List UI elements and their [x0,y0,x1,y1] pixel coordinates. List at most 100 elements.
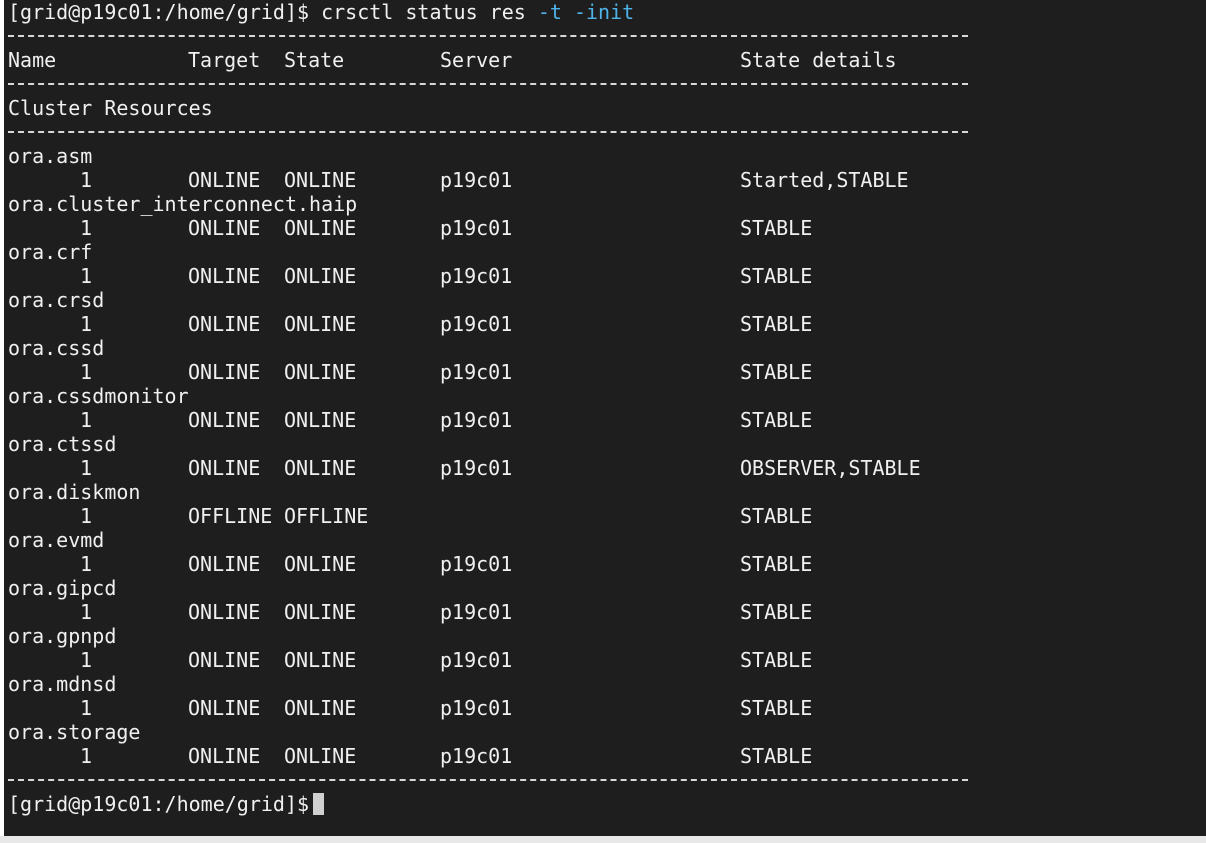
server-name: p19c01 [440,456,513,480]
resource-instance-row: 1 ONLINE ONLINE p19c01 Started,STABLE [4,168,1206,192]
text-cursor [313,793,325,815]
current-state: ONLINE [284,312,357,336]
header-target: Target [188,48,261,72]
resource-instance-row: 1 ONLINE ONLINE p19c01 STABLE [4,360,1206,384]
resource-instance-row: 1 ONLINE ONLINE p19c01 STABLE [4,696,1206,720]
resource-name-row: ora.storage [4,720,1206,744]
target-status: ONLINE [188,408,261,432]
server-name: p19c01 [440,648,513,672]
resource-name-row: ora.cluster_interconnect.haip [4,192,1206,216]
instance-number: 1 [80,648,93,672]
state-details: STABLE [740,264,813,288]
resource-instance-row: 1 ONLINE ONLINE p19c01 OBSERVER,STABLE [4,456,1206,480]
current-state: ONLINE [284,168,357,192]
header-state-details: State details [740,48,897,72]
state-details: STABLE [740,408,813,432]
resource-instance-row: 1 ONLINE ONLINE p19c01 STABLE [4,264,1206,288]
server-name: p19c01 [440,600,513,624]
resource-name-row: ora.gipcd [4,576,1206,600]
state-details: STABLE [740,360,813,384]
shell-prompt: [grid@p19c01:/home/grid]$ [8,792,310,816]
command-line: [grid@p19c01:/home/grid]$ crsctl status … [4,0,1206,24]
server-name: p19c01 [440,696,513,720]
target-status: OFFLINE [188,504,273,528]
current-state: ONLINE [284,744,357,768]
current-state: ONLINE [284,696,357,720]
current-state: ONLINE [284,360,357,384]
target-status: ONLINE [188,600,261,624]
instance-number: 1 [80,504,93,528]
resource-list: ora.asm 1 ONLINE ONLINE p19c01 Started,STABLE… [4,144,1206,768]
instance-number: 1 [80,360,93,384]
instance-number: 1 [80,456,93,480]
resource-instance-row: 1 ONLINE ONLINE p19c01 STABLE [4,600,1206,624]
resource-instance-row: 1 ONLINE ONLINE p19c01 STABLE [4,312,1206,336]
target-status: ONLINE [188,696,261,720]
resource-instance-row: 1 OFFLINE OFFLINE STABLE [4,504,1206,528]
target-status: ONLINE [188,456,261,480]
server-name: p19c01 [440,552,513,576]
command-text: crsctl status res [321,0,538,24]
target-status: ONLINE [188,744,261,768]
resource-name-row: ora.asm [4,144,1206,168]
terminal-window[interactable]: [grid@p19c01:/home/grid]$ crsctl status … [4,0,1206,836]
server-name: p19c01 [440,744,513,768]
resource-instance-row: 1 ONLINE ONLINE p19c01 STABLE [4,216,1206,240]
current-state: ONLINE [284,456,357,480]
state-details: STABLE [740,696,813,720]
resource-name: ora.crsd [8,288,105,312]
section-title: Cluster Resources [8,96,213,120]
server-name: p19c01 [440,408,513,432]
state-details: Started,STABLE [740,168,909,192]
resource-name-row: ora.ctssd [4,432,1206,456]
current-state: ONLINE [284,600,357,624]
resource-name: ora.evmd [8,528,105,552]
prompt-line[interactable]: [grid@p19c01:/home/grid]$ [4,792,1206,816]
state-details: STABLE [740,312,813,336]
instance-number: 1 [80,216,93,240]
resource-name-row: ora.crf [4,240,1206,264]
resource-instance-row: 1 ONLINE ONLINE p19c01 STABLE [4,648,1206,672]
resource-name: ora.ctssd [8,432,117,456]
server-name: p19c01 [440,168,513,192]
state-details: STABLE [740,648,813,672]
server-name: p19c01 [440,216,513,240]
instance-number: 1 [80,696,93,720]
instance-number: 1 [80,312,93,336]
server-name: p19c01 [440,264,513,288]
resource-name: ora.storage [8,720,141,744]
resource-name-row: ora.gpnpd [4,624,1206,648]
resource-name: ora.cluster_interconnect.haip [8,192,358,216]
target-status: ONLINE [188,312,261,336]
header-name: Name [8,48,57,72]
current-state: ONLINE [284,648,357,672]
header-row: Name Target State Server State details [4,48,1206,72]
resource-name: ora.asm [8,144,93,168]
separator-line [4,120,1206,144]
target-status: ONLINE [188,216,261,240]
resource-instance-row: 1 ONLINE ONLINE p19c01 STABLE [4,552,1206,576]
resource-name: ora.cssdmonitor [8,384,189,408]
resource-name-row: ora.cssdmonitor [4,384,1206,408]
resource-name-row: ora.cssd [4,336,1206,360]
target-status: ONLINE [188,360,261,384]
state-details: STABLE [740,216,813,240]
resource-name-row: ora.diskmon [4,480,1206,504]
current-state: ONLINE [284,408,357,432]
resource-name: ora.diskmon [8,480,141,504]
resource-instance-row: 1 ONLINE ONLINE p19c01 STABLE [4,744,1206,768]
resource-name-row: ora.mdnsd [4,672,1206,696]
instance-number: 1 [80,744,93,768]
instance-number: 1 [80,408,93,432]
window-bottom-border [0,836,1206,843]
resource-name: ora.gpnpd [8,624,117,648]
resource-name-row: ora.crsd [4,288,1206,312]
current-state: OFFLINE [284,504,369,528]
section-title-row: Cluster Resources [4,96,1206,120]
current-state: ONLINE [284,264,357,288]
instance-number: 1 [80,264,93,288]
target-status: ONLINE [188,648,261,672]
state-details: STABLE [740,504,813,528]
current-state: ONLINE [284,552,357,576]
separator-line [4,24,1206,48]
